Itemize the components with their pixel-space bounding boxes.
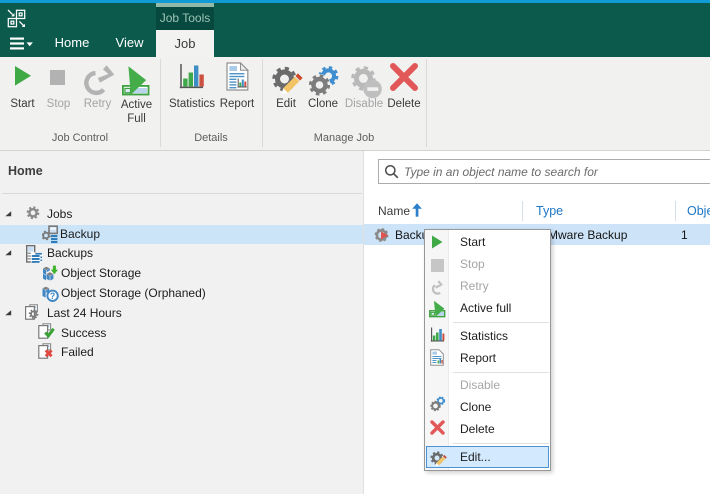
svg-text:?: ?: [50, 291, 55, 301]
